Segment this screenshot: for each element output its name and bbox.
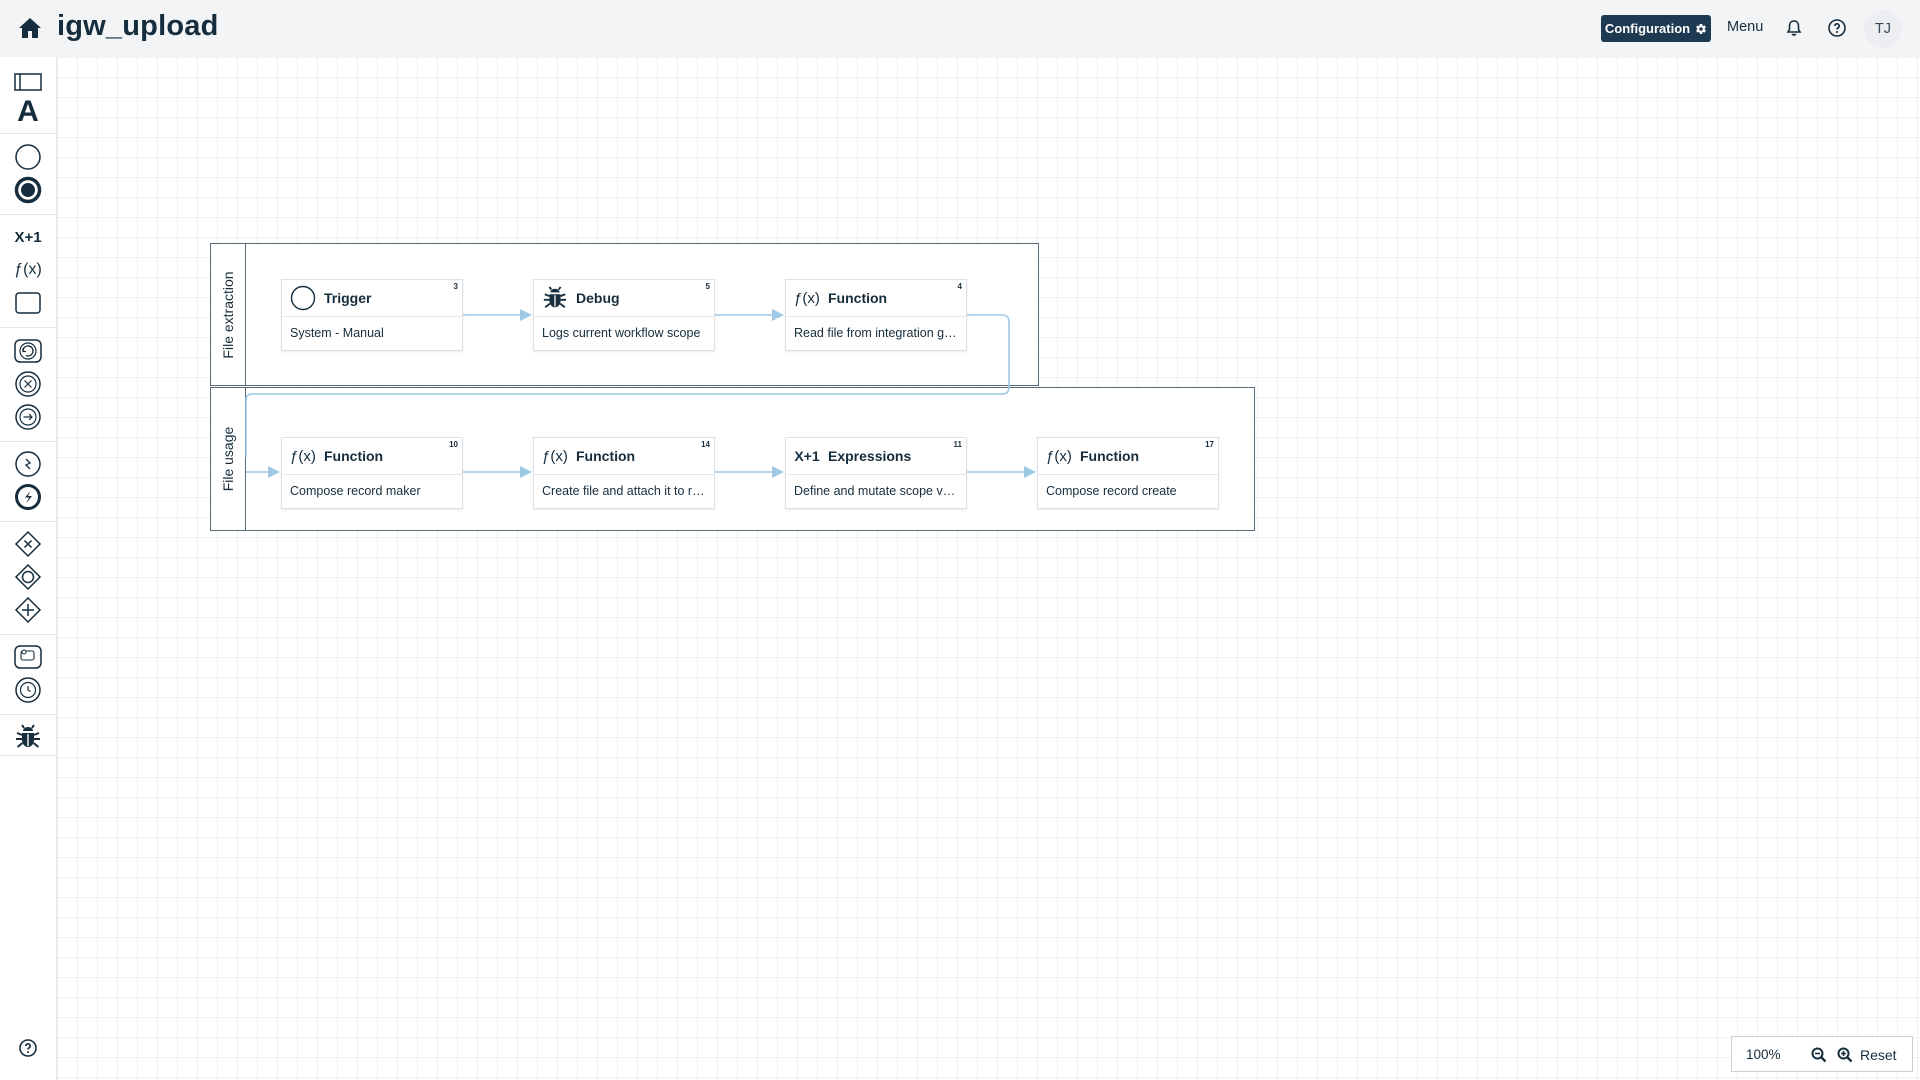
function-icon[interactable]: ƒ(x) <box>13 256 43 284</box>
node-description: Logs current workflow scope <box>542 326 701 340</box>
node-description: Compose record maker <box>290 484 421 498</box>
toolbar-divider <box>0 755 56 756</box>
help-icon[interactable] <box>1827 18 1847 38</box>
swimlane-header: File usage <box>211 388 246 530</box>
svg-text:A: A <box>17 96 39 124</box>
event-catch-icon[interactable] <box>13 450 43 478</box>
node-header: ƒ(x) Function <box>282 438 462 475</box>
node-description: Read file from integration gateway <box>794 326 962 340</box>
node-title: Debug <box>576 290 620 306</box>
avatar[interactable]: TJ <box>1864 10 1902 48</box>
function-icon: ƒ(x) <box>1046 447 1072 465</box>
configuration-button[interactable]: Configuration <box>1601 15 1711 42</box>
workflow-canvas[interactable] <box>57 57 1920 1080</box>
exclusive-gateway-icon[interactable] <box>13 530 43 558</box>
node-title: Function <box>576 448 636 464</box>
zoom-in-icon[interactable] <box>1836 1046 1854 1064</box>
delay-icon[interactable] <box>13 643 43 671</box>
node-trigger[interactable]: Trigger 3 System - Manual <box>281 279 463 351</box>
node-id: 3 <box>453 282 458 291</box>
node-id: 10 <box>449 440 458 449</box>
node-title: Trigger <box>324 290 372 306</box>
node-debug[interactable]: Debug 5 Logs current workflow scope <box>533 279 715 351</box>
start-event-icon <box>290 285 316 311</box>
function-icon: ƒ(x) <box>794 289 820 307</box>
node-header: ƒ(x) Function <box>534 438 714 475</box>
toolbar-help-icon[interactable] <box>13 1034 43 1062</box>
node-id: 14 <box>701 440 710 449</box>
toolbar-divider <box>0 441 56 442</box>
toolbar-divider <box>0 521 56 522</box>
swimlane-label: File extraction <box>220 270 236 359</box>
node-description: Define and mutate scope variables <box>794 484 962 498</box>
swimlane-label: File usage <box>220 426 236 492</box>
expression-icon[interactable]: X+1 <box>13 223 43 251</box>
node-id: 4 <box>957 282 962 291</box>
node-description: Create file and attach it to record <box>542 484 710 498</box>
configuration-label: Configuration <box>1604 21 1691 36</box>
node-description: System - Manual <box>290 326 384 340</box>
node-header: X+1 Expressions <box>786 438 966 475</box>
break-icon[interactable] <box>13 370 43 398</box>
node-header: Trigger <box>282 280 462 317</box>
toolbar-divider <box>0 214 56 215</box>
start-event-icon[interactable] <box>13 143 43 171</box>
node-header: Debug <box>534 280 714 317</box>
element-toolbar: A X+1 ƒ(x) <box>0 57 57 1080</box>
debug-icon <box>542 285 568 311</box>
parallel-gateway-icon[interactable] <box>13 596 43 624</box>
node-title: Function <box>324 448 384 464</box>
home-icon[interactable] <box>16 14 44 42</box>
menu-button[interactable]: Menu <box>1727 19 1763 35</box>
toolbar-divider <box>0 714 56 715</box>
toolbar-divider <box>0 133 56 134</box>
bell-icon[interactable] <box>1784 18 1804 38</box>
node-id: 11 <box>953 440 962 449</box>
node-description: Compose record create <box>1046 484 1177 498</box>
node-function-read-file[interactable]: ƒ(x) Function 4 Read file from integrati… <box>785 279 967 351</box>
text-annotation-icon[interactable]: A <box>13 96 43 124</box>
toolbar-divider <box>0 327 56 328</box>
node-title: Function <box>1080 448 1140 464</box>
debug-icon[interactable] <box>13 723 43 751</box>
loop-icon[interactable] <box>13 337 43 365</box>
toolbar-divider <box>0 634 56 635</box>
function-icon: ƒ(x) <box>542 447 568 465</box>
task-icon[interactable] <box>13 289 43 317</box>
zoom-control: 100% Reset <box>1731 1036 1913 1072</box>
node-function-create-file[interactable]: ƒ(x) Function 14 Create file and attach … <box>533 437 715 509</box>
function-icon: ƒ(x) <box>290 447 316 465</box>
inclusive-gateway-icon[interactable] <box>13 563 43 591</box>
node-id: 5 <box>705 282 710 291</box>
zoom-out-icon[interactable] <box>1810 1046 1828 1064</box>
zoom-reset-button[interactable]: Reset <box>1860 1047 1897 1063</box>
node-function-compose-create[interactable]: ƒ(x) Function 17 Compose record create <box>1037 437 1219 509</box>
node-function-compose-maker[interactable]: ƒ(x) Function 10 Compose record maker <box>281 437 463 509</box>
node-header: ƒ(x) Function <box>786 280 966 317</box>
node-expressions[interactable]: X+1 Expressions 11 Define and mutate sco… <box>785 437 967 509</box>
timer-icon[interactable] <box>13 676 43 704</box>
zoom-level: 100% <box>1746 1047 1781 1062</box>
node-header: ƒ(x) Function <box>1038 438 1218 475</box>
top-header: igw_upload Configuration Menu TJ <box>0 0 1920 57</box>
swimlane-header: File extraction <box>211 244 246 385</box>
node-title: Function <box>828 290 888 306</box>
node-title: Expressions <box>828 448 912 464</box>
gear-icon <box>1696 23 1706 34</box>
expression-icon: X+1 <box>794 448 820 464</box>
event-throw-icon[interactable] <box>13 483 43 511</box>
continue-icon[interactable] <box>13 403 43 431</box>
node-id: 17 <box>1205 440 1214 449</box>
swimlane-icon[interactable] <box>13 68 43 96</box>
end-event-icon[interactable] <box>13 176 43 204</box>
page-title: igw_upload <box>57 10 219 42</box>
